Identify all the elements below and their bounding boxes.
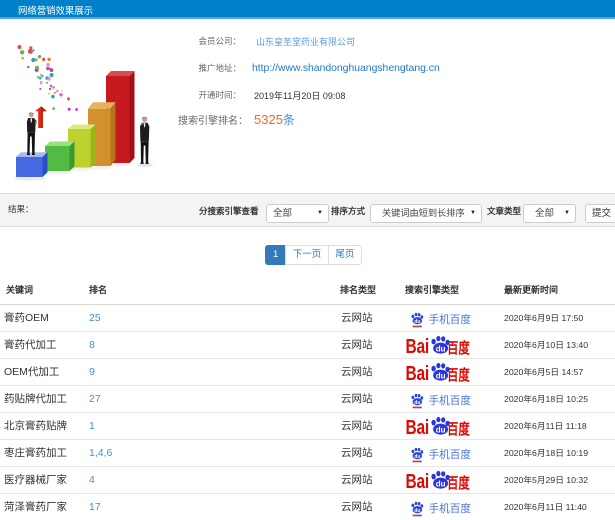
svg-text:Bai: Bai — [406, 362, 430, 382]
svg-text:du: du — [436, 344, 446, 353]
svg-text:Bai: Bai — [406, 416, 430, 436]
svg-text:手机百度: 手机百度 — [429, 448, 472, 461]
svg-text:du: du — [436, 479, 446, 488]
svg-text:du: du — [414, 399, 420, 405]
svg-text:手机百度: 手机百度 — [429, 394, 472, 407]
svg-text:Bai: Bai — [406, 335, 430, 355]
svg-text:du: du — [414, 453, 420, 459]
svg-text:Bai: Bai — [406, 470, 430, 490]
svg-text:du: du — [436, 371, 446, 380]
svg-text:百度: 百度 — [447, 338, 470, 355]
svg-text:du: du — [436, 425, 446, 434]
svg-text:百度: 百度 — [447, 419, 470, 436]
svg-text:du: du — [414, 507, 420, 513]
svg-text:手机百度: 手机百度 — [429, 502, 472, 515]
svg-text:百度: 百度 — [447, 473, 470, 490]
svg-text:百度: 百度 — [447, 365, 470, 382]
svg-text:手机百度: 手机百度 — [429, 313, 472, 326]
svg-text:du: du — [414, 318, 420, 324]
